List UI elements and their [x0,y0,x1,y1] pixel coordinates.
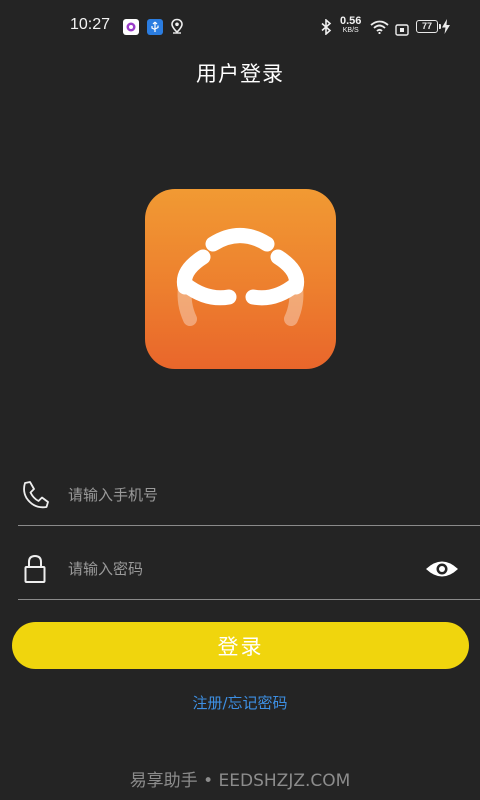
net-speed-unit: KB/S [342,27,359,34]
app-notification-icon [123,19,139,35]
battery-indicator: 77 [416,20,441,33]
usb-icon [147,19,163,35]
page-title: 用户登录 [196,62,284,86]
location-icon [170,18,184,38]
app-logo [145,189,336,369]
show-password-eye-icon[interactable] [424,558,460,584]
nfc-icon [395,21,409,40]
lock-icon [24,554,46,588]
password-input[interactable] [68,554,408,584]
status-bar: 10:27 0.56 KB/S 77 [0,0,480,52]
phone-input[interactable] [68,480,408,510]
net-speed: 0.56 KB/S [340,15,362,35]
status-time: 10:27 [70,16,111,33]
car-logo-icon [176,228,305,326]
phone-input-row [18,466,480,526]
password-input-row [18,540,480,600]
register-forgot-password-link[interactable]: 注册/忘记密码 [0,692,480,713]
watermark: 易享助手 • EEDSHZJZ.COM [129,771,351,791]
charging-icon [442,19,450,38]
bluetooth-icon [320,18,332,39]
net-speed-value: 0.56 [340,15,362,27]
login-button[interactable]: 登录 [12,622,469,669]
wifi-icon [370,19,389,38]
phone-icon [21,480,49,514]
